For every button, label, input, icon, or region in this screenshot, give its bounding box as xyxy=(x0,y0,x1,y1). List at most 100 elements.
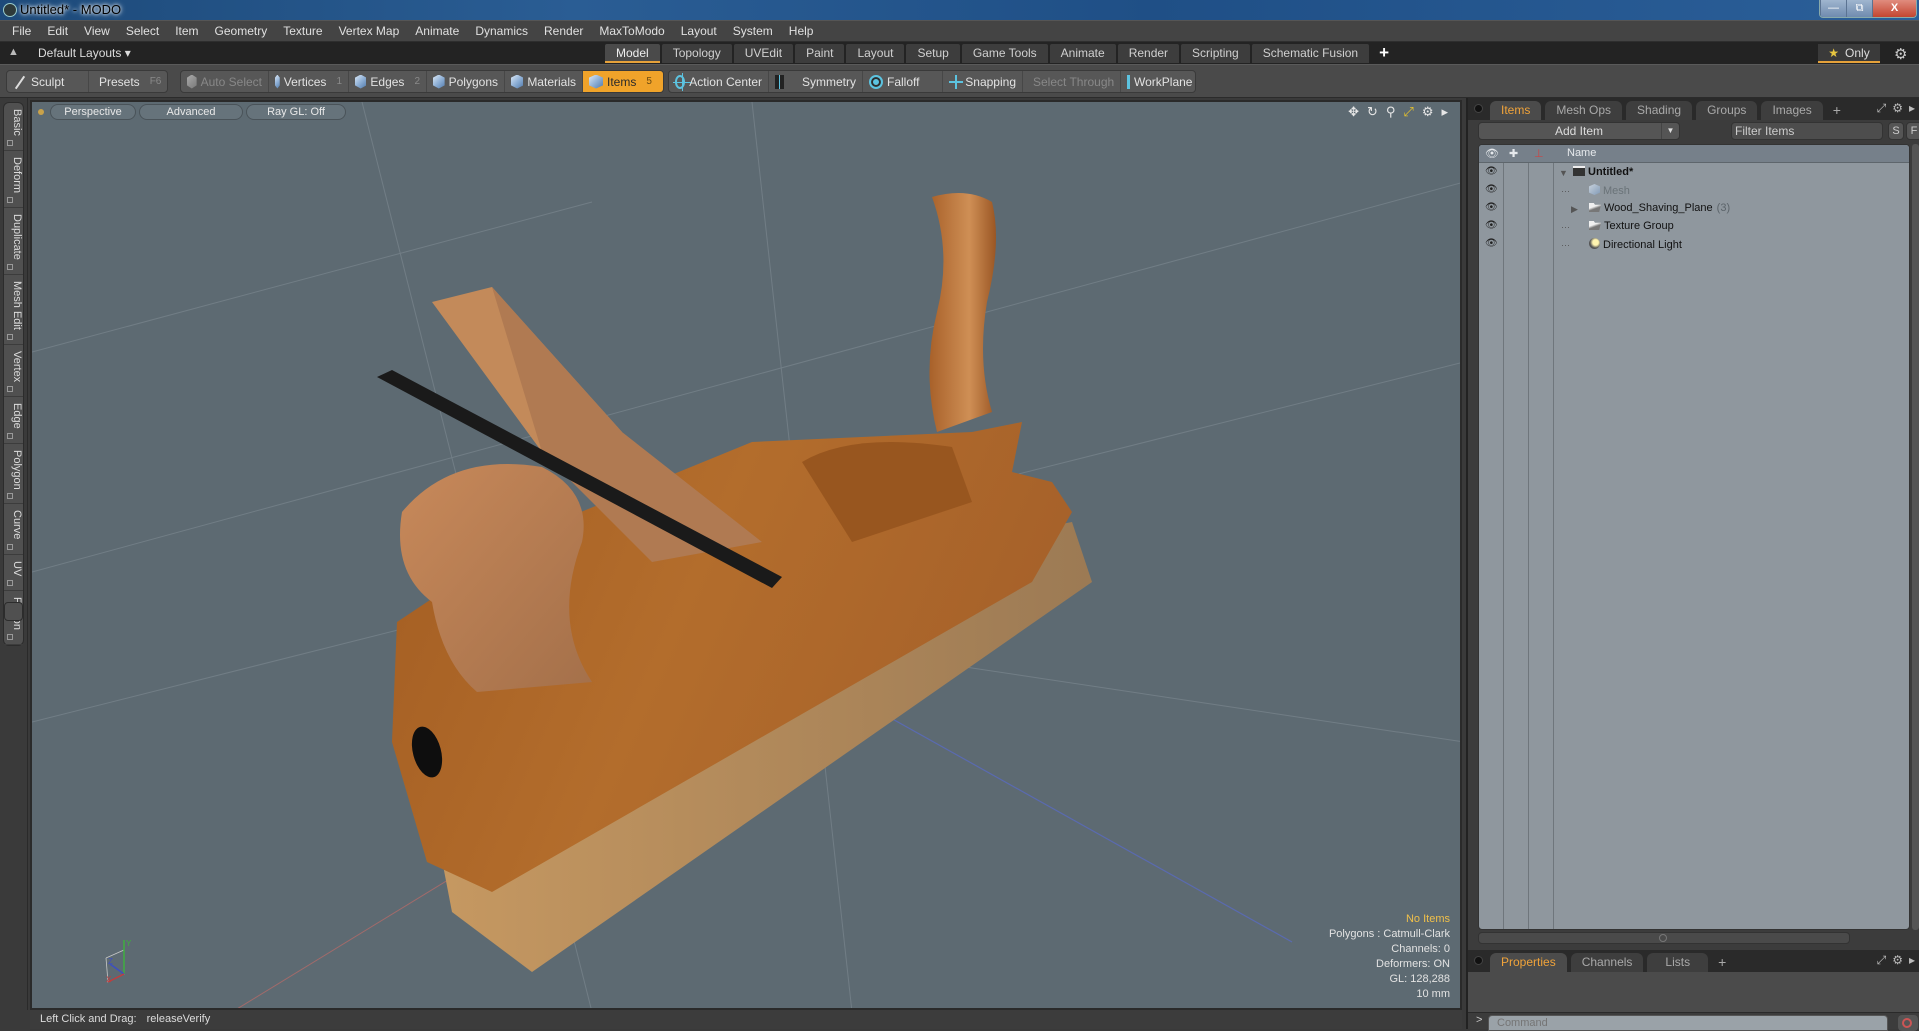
vertices-button[interactable]: Vertices 1 xyxy=(269,71,349,92)
lock-column-icon[interactable]: ✚ xyxy=(1509,147,1518,160)
sculpt-button[interactable]: Sculpt xyxy=(7,71,89,92)
eye-icon[interactable]: 👁 xyxy=(1485,184,1499,195)
menu-view[interactable]: View xyxy=(76,24,118,38)
minimize-button[interactable]: — xyxy=(1820,0,1846,17)
gear-icon[interactable]: ⚙ xyxy=(1892,953,1903,968)
vtab-uv[interactable]: UV xyxy=(4,555,23,592)
menu-layout[interactable]: Layout xyxy=(673,24,725,38)
polygons-button[interactable]: Polygons xyxy=(427,71,505,92)
tab-shading[interactable]: Shading xyxy=(1626,101,1693,120)
expand-arrow-icon[interactable]: ▶ xyxy=(1571,200,1578,218)
vtab-duplicate[interactable]: Duplicate xyxy=(4,208,23,275)
menu-help[interactable]: Help xyxy=(781,24,822,38)
add-layout-tab-button[interactable]: + xyxy=(1371,44,1397,64)
tab-schematic-fusion[interactable]: Schematic Fusion xyxy=(1251,44,1370,63)
vertical-scrollbar[interactable] xyxy=(1912,144,1919,930)
select-through-button[interactable]: Select Through xyxy=(1023,71,1121,92)
panel-menu-dot[interactable] xyxy=(1474,104,1483,113)
expand-icon[interactable]: ⤢ xyxy=(1877,953,1887,968)
tab-setup[interactable]: Setup xyxy=(906,44,960,63)
tab-uvedit[interactable]: UVEdit xyxy=(733,44,794,63)
rotate-icon[interactable]: ↻ xyxy=(1367,104,1378,120)
scroll-grip[interactable] xyxy=(1659,934,1667,942)
tab-animate[interactable]: Animate xyxy=(1049,44,1116,63)
menu-file[interactable]: File xyxy=(4,24,39,38)
add-item-button[interactable]: Add Item ▼ xyxy=(1478,122,1680,140)
auto-select-button[interactable]: Auto Select xyxy=(181,71,269,92)
tab-images[interactable]: Images xyxy=(1761,101,1823,120)
list-item[interactable]: 👁 ··· Mesh xyxy=(1479,182,1909,200)
list-item[interactable]: 👁 ▼ Untitled* xyxy=(1479,164,1909,182)
horizontal-scrollbar[interactable] xyxy=(1478,932,1850,944)
gear-icon[interactable]: ⚙ xyxy=(1422,104,1434,120)
list-item[interactable]: 👁 ··· Directional Light xyxy=(1479,236,1909,254)
materials-button[interactable]: Materials xyxy=(505,71,583,92)
action-center-button[interactable]: Action Center xyxy=(669,71,769,92)
vtab-curve[interactable]: Curve xyxy=(4,504,23,555)
tab-scripting[interactable]: Scripting xyxy=(1181,44,1250,63)
only-button[interactable]: ★ Only xyxy=(1818,44,1880,63)
menu-edit[interactable]: Edit xyxy=(39,24,76,38)
menu-animate[interactable]: Animate xyxy=(407,24,467,38)
tab-groups[interactable]: Groups xyxy=(1696,101,1758,120)
menu-system[interactable]: System xyxy=(725,24,781,38)
eye-icon[interactable]: 👁 xyxy=(1485,238,1499,249)
arrow-right-icon[interactable]: ▸ xyxy=(1909,101,1915,116)
arrow-right-icon[interactable]: ▸ xyxy=(1909,953,1915,968)
collapse-up-icon[interactable]: ▲ xyxy=(8,46,19,58)
move-icon[interactable]: ✥ xyxy=(1348,104,1359,120)
list-item[interactable]: 👁 ··· Texture Group xyxy=(1479,218,1909,236)
name-column-header[interactable]: Name xyxy=(1567,147,1596,159)
extra-tab-button[interactable] xyxy=(4,602,23,621)
tab-properties[interactable]: Properties xyxy=(1490,953,1567,972)
tab-lists[interactable]: Lists xyxy=(1647,953,1709,972)
vtab-deform[interactable]: Deform xyxy=(4,151,23,208)
vtab-polygon[interactable]: Polygon xyxy=(4,444,23,505)
chevron-down-icon[interactable]: ▼ xyxy=(1661,123,1679,139)
tab-channels[interactable]: Channels xyxy=(1570,953,1644,972)
tab-model[interactable]: Model xyxy=(605,44,660,63)
vtab-vertex[interactable]: Vertex xyxy=(4,345,23,397)
zoom-icon[interactable]: ⚲ xyxy=(1386,104,1396,120)
tab-items[interactable]: Items xyxy=(1490,101,1542,120)
menu-select[interactable]: Select xyxy=(118,24,167,38)
tab-render[interactable]: Render xyxy=(1117,44,1180,63)
items-button[interactable]: Items 5 xyxy=(583,71,663,92)
eye-icon[interactable]: 👁 xyxy=(1485,220,1499,231)
gear-icon[interactable]: ⚙ xyxy=(1892,101,1903,116)
restore-button[interactable]: ⧉ xyxy=(1846,0,1872,17)
maximize-icon[interactable]: ⤢ xyxy=(1403,104,1413,120)
axes-column-icon[interactable]: ⊥ xyxy=(1534,147,1544,160)
view-mode-dropdown[interactable]: Perspective xyxy=(50,104,136,120)
close-button[interactable]: X xyxy=(1872,0,1916,17)
s-button[interactable]: S xyxy=(1888,122,1904,140)
menu-vertex-map[interactable]: Vertex Map xyxy=(331,24,408,38)
tab-game-tools[interactable]: Game Tools xyxy=(961,44,1048,63)
symmetry-button[interactable]: Symmetry xyxy=(769,71,863,92)
expand-arrow-icon[interactable]: ▼ xyxy=(1559,164,1568,182)
tab-paint[interactable]: Paint xyxy=(795,44,845,63)
eye-icon[interactable]: 👁 xyxy=(1485,166,1499,177)
presets-button[interactable]: Presets F6 xyxy=(89,71,167,92)
expand-icon[interactable]: ⤢ xyxy=(1877,101,1887,116)
visibility-column-icon[interactable]: 👁 xyxy=(1485,147,1499,160)
vtab-mesh-edit[interactable]: Mesh Edit xyxy=(4,275,23,345)
filter-items-input[interactable]: Filter Items xyxy=(1731,122,1883,140)
raygl-toggle[interactable]: Ray GL: Off xyxy=(246,104,346,120)
menu-geometry[interactable]: Geometry xyxy=(207,24,276,38)
menu-dynamics[interactable]: Dynamics xyxy=(467,24,536,38)
gear-icon[interactable]: ⚙ xyxy=(1894,45,1907,63)
workplane-button[interactable]: WorkPlane xyxy=(1121,71,1195,92)
tab-topology[interactable]: Topology xyxy=(661,44,732,63)
list-item[interactable]: 👁 ▶ Wood_Shaving_Plane (3) xyxy=(1479,200,1909,218)
f-button[interactable]: F xyxy=(1906,122,1919,140)
menu-texture[interactable]: Texture xyxy=(275,24,330,38)
snapping-button[interactable]: Snapping xyxy=(943,71,1023,92)
default-layouts-dropdown[interactable]: Default Layouts ▾ xyxy=(38,46,131,60)
arrow-right-icon[interactable]: ▸ xyxy=(1441,104,1448,120)
menu-item[interactable]: Item xyxy=(167,24,206,38)
menu-maxtomodo[interactable]: MaxToModo xyxy=(591,24,672,38)
falloff-button[interactable]: Falloff xyxy=(863,71,943,92)
menu-render[interactable]: Render xyxy=(536,24,591,38)
edges-button[interactable]: Edges 2 xyxy=(349,71,427,92)
